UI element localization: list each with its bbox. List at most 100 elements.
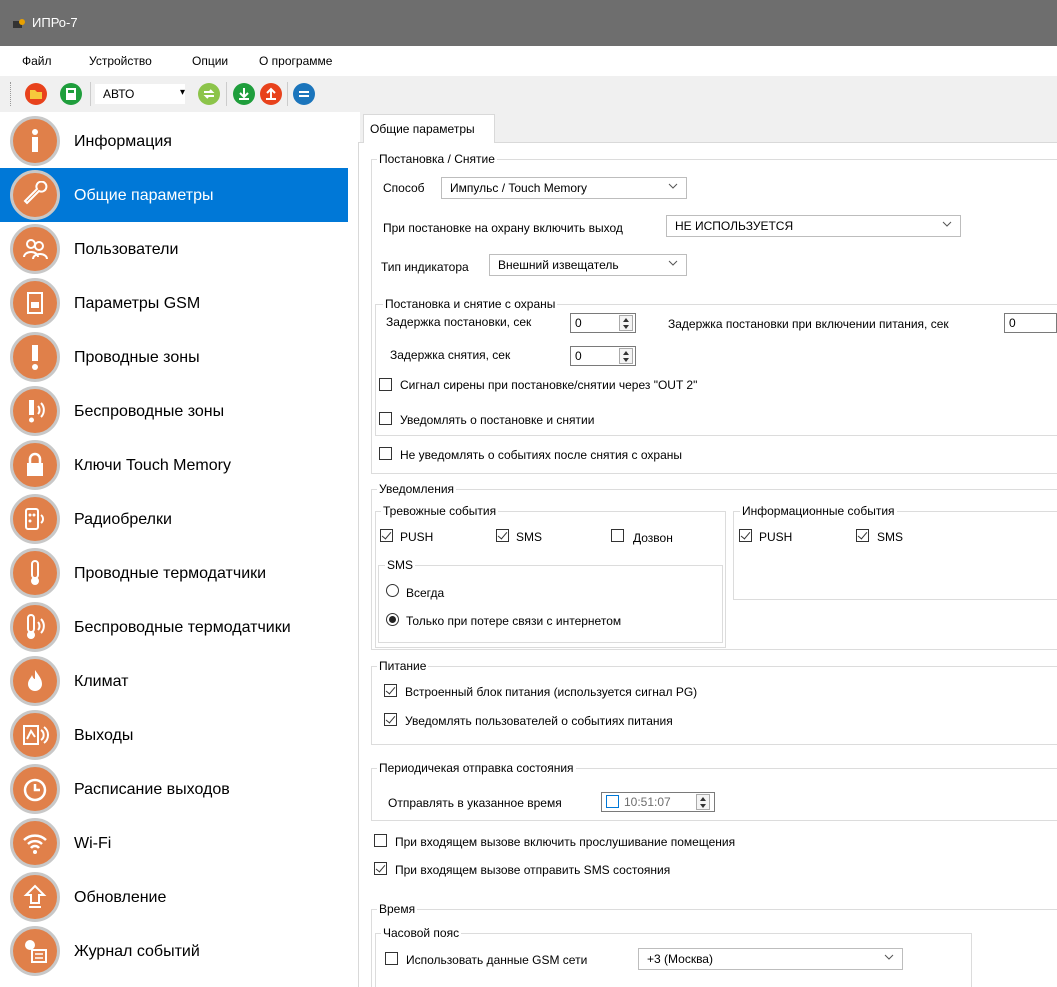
sidebar-item-label: Проводные зоны [74, 349, 200, 366]
menu-file[interactable]: Файл [22, 54, 52, 68]
clock-icon [10, 764, 60, 814]
sidebar: Информация Общие параметры Пользователи … [0, 112, 360, 987]
sidebar-item-label: Информация [74, 133, 172, 150]
builtin-psu-label: Встроенный блок питания (используется си… [405, 685, 698, 699]
timezone-group-title: Часовой пояс [381, 926, 462, 940]
periodic-time-picker[interactable]: 10:51:07 [601, 792, 715, 812]
app-icon [13, 19, 25, 28]
disarm-delay-stepper[interactable]: 0 [570, 346, 636, 366]
info-push-label: PUSH [759, 530, 793, 544]
sidebar-item-info[interactable]: Информация [0, 114, 348, 168]
info-push-checkbox[interactable] [739, 529, 752, 542]
stepper-arrows-icon[interactable] [619, 315, 633, 331]
output-select-value: НЕ ИСПОЛЬЗУЕТСЯ [675, 219, 794, 233]
mode-select[interactable]: АВТО ▾ [95, 84, 185, 104]
chevron-down-icon [942, 221, 952, 227]
open-folder-icon[interactable] [25, 83, 47, 105]
upload-icon[interactable] [260, 83, 282, 105]
connect-arrows-icon[interactable] [198, 83, 220, 105]
indicator-select[interactable]: Внешний извещатель [489, 254, 687, 276]
alarm-events-title: Тревожные события [381, 504, 499, 518]
tab-general[interactable]: Общие параметры [363, 114, 495, 143]
notifications-group-title: Уведомления [377, 482, 457, 496]
sidebar-item-wifi[interactable]: Wi-Fi [0, 816, 348, 870]
menu-device[interactable]: Устройство [89, 54, 152, 68]
stepper-arrows-icon[interactable] [696, 794, 710, 810]
alarm-call-label: Дозвон [633, 531, 673, 545]
alarm-sms-checkbox[interactable] [496, 529, 509, 542]
stepper-arrows-icon[interactable] [619, 348, 633, 364]
info-events-title: Информационные события [740, 504, 897, 518]
sms-state-checkbox[interactable] [374, 862, 387, 875]
sidebar-item-outputs[interactable]: Выходы [0, 708, 348, 762]
time-stepper[interactable] [692, 794, 710, 810]
no-notify-after-disarm-checkbox[interactable] [379, 447, 392, 460]
output-select[interactable]: НЕ ИСПОЛЬЗУЕТСЯ [666, 215, 961, 237]
mode-select-value: АВТО [103, 87, 135, 101]
exclamation-icon [10, 332, 60, 382]
power-delay-stepper[interactable]: 0 [1004, 313, 1057, 333]
sidebar-item-label: Климат [74, 673, 129, 690]
disarm-delay-value: 0 [575, 349, 582, 363]
siren-checkbox[interactable] [379, 378, 392, 391]
sidebar-item-users[interactable]: Пользователи [0, 222, 348, 276]
chevron-down-icon [668, 183, 678, 189]
sidebar-item-schedule[interactable]: Расписание выходов [0, 762, 348, 816]
save-icon[interactable] [60, 83, 82, 105]
window-title: ИПРо-7 [32, 15, 78, 30]
power-delay-value: 0 [1009, 316, 1016, 330]
wrench-icon [10, 170, 60, 220]
sidebar-item-label: Общие параметры [74, 187, 214, 204]
no-notify-after-disarm-label: Не уведомлять о событиях после снятия с … [400, 448, 682, 462]
gsm-time-checkbox[interactable] [385, 952, 398, 965]
sidebar-item-wireless-zones[interactable]: Беспроводные зоны [0, 384, 348, 438]
sidebar-item-wired-thermo[interactable]: Проводные термодатчики [0, 546, 348, 600]
gsm-time-label: Использовать данные GSM сети [406, 953, 588, 967]
sidebar-item-general[interactable]: Общие параметры [0, 168, 348, 222]
wireless-exclamation-icon [10, 386, 60, 436]
notify-arm-checkbox[interactable] [379, 412, 392, 425]
time-enable-checkbox[interactable] [606, 795, 619, 808]
alarm-call-checkbox[interactable] [611, 529, 624, 542]
indicator-select-value: Внешний извещатель [498, 258, 619, 272]
arming-group-title: Постановка / Снятие [377, 152, 497, 166]
menu-options[interactable]: Опции [192, 54, 228, 68]
download-icon[interactable] [233, 83, 255, 105]
sms-always-radio[interactable] [386, 584, 399, 597]
listen-room-checkbox[interactable] [374, 834, 387, 847]
sidebar-item-label: Журнал событий [74, 943, 200, 960]
info-sms-checkbox[interactable] [856, 529, 869, 542]
sidebar-item-event-log[interactable]: Журнал событий [0, 924, 348, 978]
builtin-psu-checkbox[interactable] [384, 684, 397, 697]
menu-about[interactable]: О программе [259, 54, 332, 68]
arm-delay-value: 0 [575, 316, 582, 330]
alarm-sms-label: SMS [516, 530, 543, 544]
periodic-send-label: Отправлять в указанное время [388, 796, 562, 810]
siren-label: Сигнал сирены при постановке/снятии чере… [400, 378, 698, 392]
sidebar-item-update[interactable]: Обновление [0, 870, 348, 924]
indicator-label: Тип индикатора [381, 260, 469, 274]
disarm-delay-label: Задержка снятия, сек [390, 348, 511, 362]
sidebar-item-keyfobs[interactable]: Радиобрелки [0, 492, 348, 546]
sms-group [378, 565, 723, 643]
wireless-thermometer-icon [10, 602, 60, 652]
power-group-title: Питание [377, 659, 429, 673]
timezone-select[interactable]: +3 (Москва) [638, 948, 903, 970]
sidebar-item-tm-keys[interactable]: Ключи Touch Memory [0, 438, 348, 492]
alarm-push-checkbox[interactable] [380, 529, 393, 542]
sms-always-label: Всегда [406, 586, 445, 600]
sidebar-item-label: Радиобрелки [74, 511, 172, 528]
sidebar-item-gsm[interactable]: Параметры GSM [0, 276, 348, 330]
toolbar-grip[interactable] [10, 82, 13, 106]
sync-icon[interactable] [293, 83, 315, 105]
sidebar-item-climate[interactable]: Климат [0, 654, 348, 708]
arm-delay-stepper[interactable]: 0 [570, 313, 636, 333]
sidebar-item-wireless-thermo[interactable]: Беспроводные термодатчики [0, 600, 348, 654]
sidebar-item-wired-zones[interactable]: Проводные зоны [0, 330, 348, 384]
sms-only-lost-radio[interactable] [386, 613, 399, 626]
output-label: При постановке на охрану включить выход [383, 221, 623, 235]
listen-room-label: При входящем вызове включить прослушиван… [395, 835, 736, 849]
sidebar-item-label: Беспроводные зоны [74, 403, 225, 420]
method-select[interactable]: Импульс / Touch Memory [441, 177, 687, 199]
power-notify-checkbox[interactable] [384, 713, 397, 726]
